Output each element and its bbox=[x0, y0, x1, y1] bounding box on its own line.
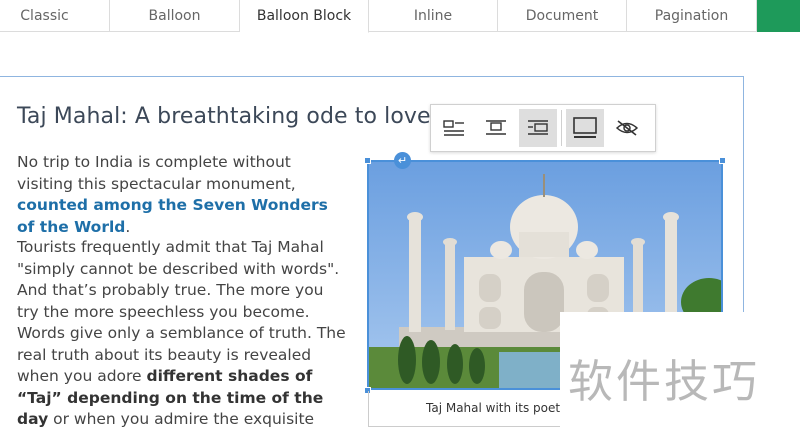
image-toolbar bbox=[430, 104, 656, 152]
toolbar-separator bbox=[561, 110, 562, 146]
paragraph-intro[interactable]: No trip to India is complete without vis… bbox=[17, 152, 347, 238]
hide-icon[interactable] bbox=[608, 109, 646, 147]
seven-wonders-link[interactable]: counted among the Seven Wonders of the W… bbox=[17, 196, 328, 236]
tab-balloon-block[interactable]: Balloon Block bbox=[240, 0, 369, 33]
insert-paragraph-icon[interactable]: ↵ bbox=[394, 152, 411, 169]
tab-accent[interactable] bbox=[757, 0, 800, 32]
align-left-icon[interactable] bbox=[435, 109, 473, 147]
watermark-text: 软件技巧 bbox=[568, 355, 761, 408]
align-center-icon[interactable] bbox=[477, 109, 515, 147]
editor-type-tabs: Classic Balloon Balloon Block Inline Doc… bbox=[0, 0, 800, 33]
full-width-icon[interactable] bbox=[566, 109, 604, 147]
resize-handle-top-right[interactable] bbox=[719, 157, 726, 164]
tab-classic[interactable]: Classic bbox=[0, 0, 110, 32]
article-title[interactable]: Taj Mahal: A breathtaking ode to love bbox=[17, 104, 431, 129]
align-block-icon[interactable] bbox=[519, 109, 557, 147]
tab-inline[interactable]: Inline bbox=[369, 0, 498, 32]
paragraph-body[interactable]: Tourists frequently admit that Taj Mahal… bbox=[17, 237, 347, 431]
resize-handle-top-left[interactable] bbox=[364, 157, 371, 164]
tab-document[interactable]: Document bbox=[498, 0, 627, 32]
tab-pagination[interactable]: Pagination bbox=[627, 0, 757, 32]
tab-balloon[interactable]: Balloon bbox=[110, 0, 240, 32]
